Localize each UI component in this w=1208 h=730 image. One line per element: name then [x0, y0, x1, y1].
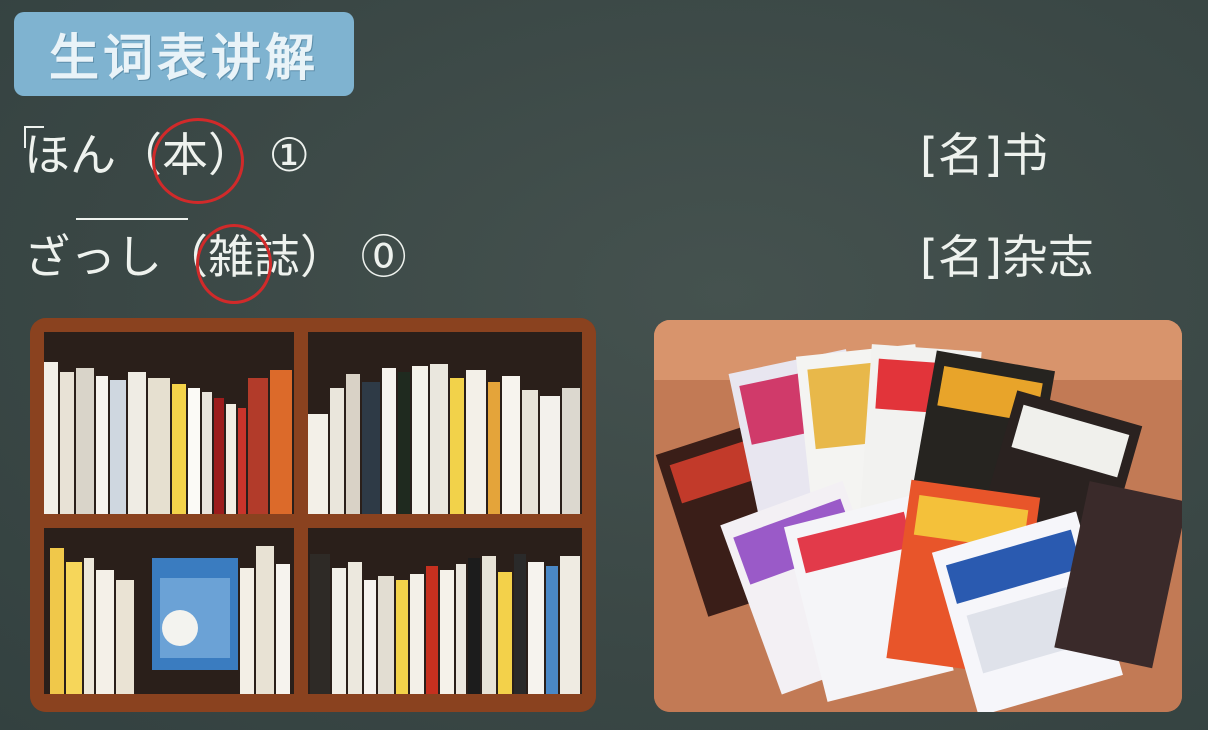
chinese-meaning: 杂志 [1001, 230, 1094, 284]
vocab-row-hon: ほん（本） ① [名]书 [24, 118, 1184, 204]
circled-kanji: 雑 [196, 222, 272, 304]
bookshelf-illustration [30, 318, 596, 712]
vocab-row-zasshi: ざっし（雑誌） ⓪ [名]杂志 [24, 218, 1184, 304]
accent-number: ① [268, 128, 310, 182]
vocab-meaning: [名]书 [920, 120, 1048, 190]
magazines-photo [654, 320, 1182, 712]
accent-number: ⓪ [360, 230, 407, 284]
pitch-accent-line [76, 218, 188, 220]
reading: ほん [24, 128, 116, 182]
title-badge: 生词表讲解 [14, 12, 354, 96]
chinese-meaning: 书 [1001, 128, 1048, 182]
part-of-speech: [名] [920, 128, 1002, 182]
vocab-word: ざっし（雑誌） ⓪ [24, 222, 407, 304]
vocab-word: ほん（本） ① [24, 118, 310, 204]
paren-close: ） [300, 230, 346, 284]
bookshelf-photo [30, 318, 596, 712]
slide: 生词表讲解 ほん（本） ① [名]书 ざっし（雑誌） ⓪ [名]杂志 [0, 0, 1208, 730]
vocab-meaning: [名]杂志 [920, 222, 1094, 292]
reading: ざっし [24, 230, 162, 284]
part-of-speech: [名] [920, 230, 1002, 284]
slide-title: 生词表讲解 [49, 28, 319, 87]
circled-kanji: 本 [152, 118, 244, 204]
magazines-illustration [654, 320, 1182, 712]
